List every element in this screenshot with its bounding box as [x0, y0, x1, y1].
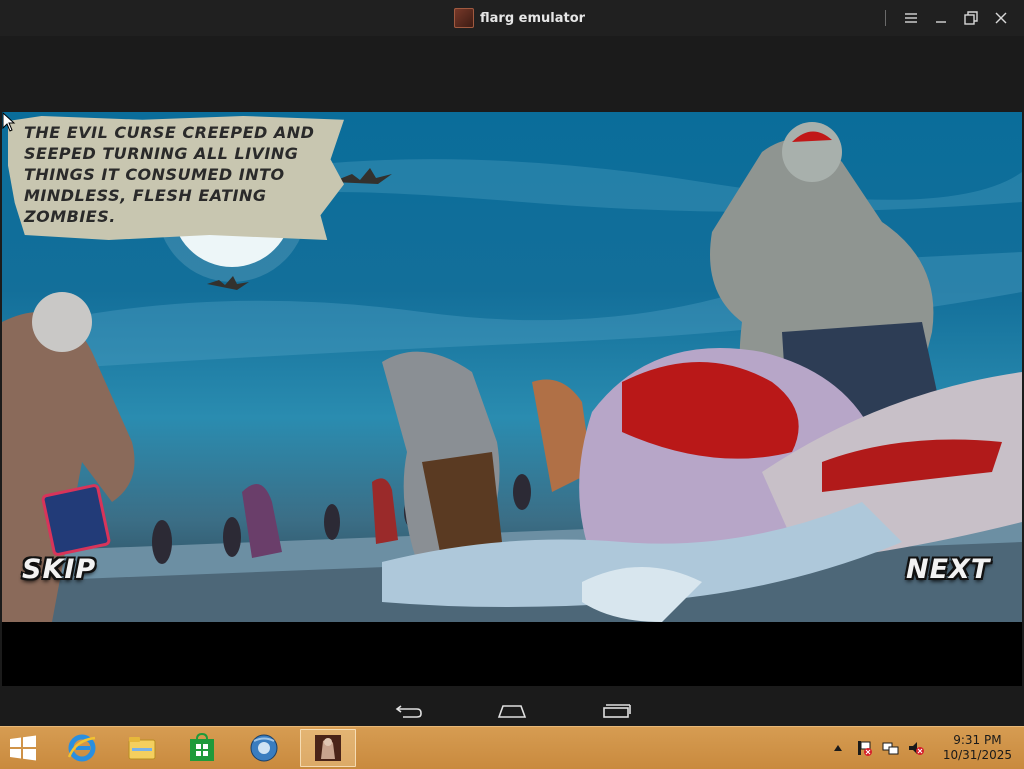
network-icon[interactable]: [881, 739, 899, 757]
android-nav-bar: [0, 696, 1024, 726]
home-button[interactable]: [492, 700, 532, 722]
flarg-emulator-icon: [315, 735, 341, 761]
restore-button[interactable]: [956, 3, 986, 33]
title-separator: [885, 10, 886, 26]
mouse-pointer-icon: [2, 112, 16, 132]
menu-button[interactable]: [896, 3, 926, 33]
back-button[interactable]: [388, 700, 428, 722]
taskbar-browser[interactable]: [236, 729, 292, 767]
clock-time: 9:31 PM: [953, 733, 1002, 747]
internet-explorer-icon: [67, 734, 96, 762]
skip-button[interactable]: SKIP: [22, 554, 96, 585]
taskbar-file-explorer[interactable]: [114, 729, 170, 767]
recent-apps-icon: [603, 704, 631, 718]
title-bar: flarg emulator: [0, 0, 1024, 36]
volume-muted-icon[interactable]: [907, 739, 925, 757]
minimize-icon: [936, 21, 946, 23]
emulator-area: The evil curse creeped and seeped turnin…: [0, 36, 1024, 726]
close-icon: [995, 12, 1007, 24]
chevron-up-icon: [833, 745, 842, 751]
flarg-app-icon: [454, 8, 474, 28]
minimize-button[interactable]: [926, 3, 956, 33]
window-title: flarg emulator: [454, 0, 585, 36]
browser-globe-icon: [250, 734, 278, 762]
home-icon: [497, 705, 527, 718]
back-icon: [395, 705, 422, 718]
close-button[interactable]: [986, 3, 1016, 33]
folder-icon: [128, 737, 156, 760]
game-scene[interactable]: The evil curse creeped and seeped turnin…: [2, 112, 1022, 622]
windows-start-icon[interactable]: [8, 735, 40, 761]
taskbar-internet-explorer[interactable]: [54, 729, 110, 767]
clock-date: 10/31/2025: [942, 748, 1012, 762]
restore-icon: [964, 11, 978, 25]
hamburger-icon: [905, 13, 917, 23]
window-controls: [885, 0, 1016, 36]
recent-apps-button[interactable]: [596, 700, 636, 722]
window-title-text: flarg emulator: [480, 10, 586, 26]
clock[interactable]: 9:31 PM 10/31/2025: [943, 733, 1012, 763]
next-button[interactable]: NEXT: [906, 554, 990, 585]
system-tray: 9:31 PM 10/31/2025: [829, 727, 1012, 769]
game-screen[interactable]: The evil curse creeped and seeped turnin…: [2, 112, 1022, 686]
taskbar-store[interactable]: [174, 729, 230, 767]
taskbar-flarg-emulator[interactable]: [300, 729, 356, 767]
story-caption-text: The evil curse creeped and seeped turnin…: [24, 123, 315, 226]
store-icon: [190, 733, 214, 761]
action-center-icon[interactable]: [855, 739, 873, 757]
show-hidden-icons-button[interactable]: [829, 739, 847, 757]
windows-taskbar: 9:31 PM 10/31/2025: [0, 726, 1024, 769]
